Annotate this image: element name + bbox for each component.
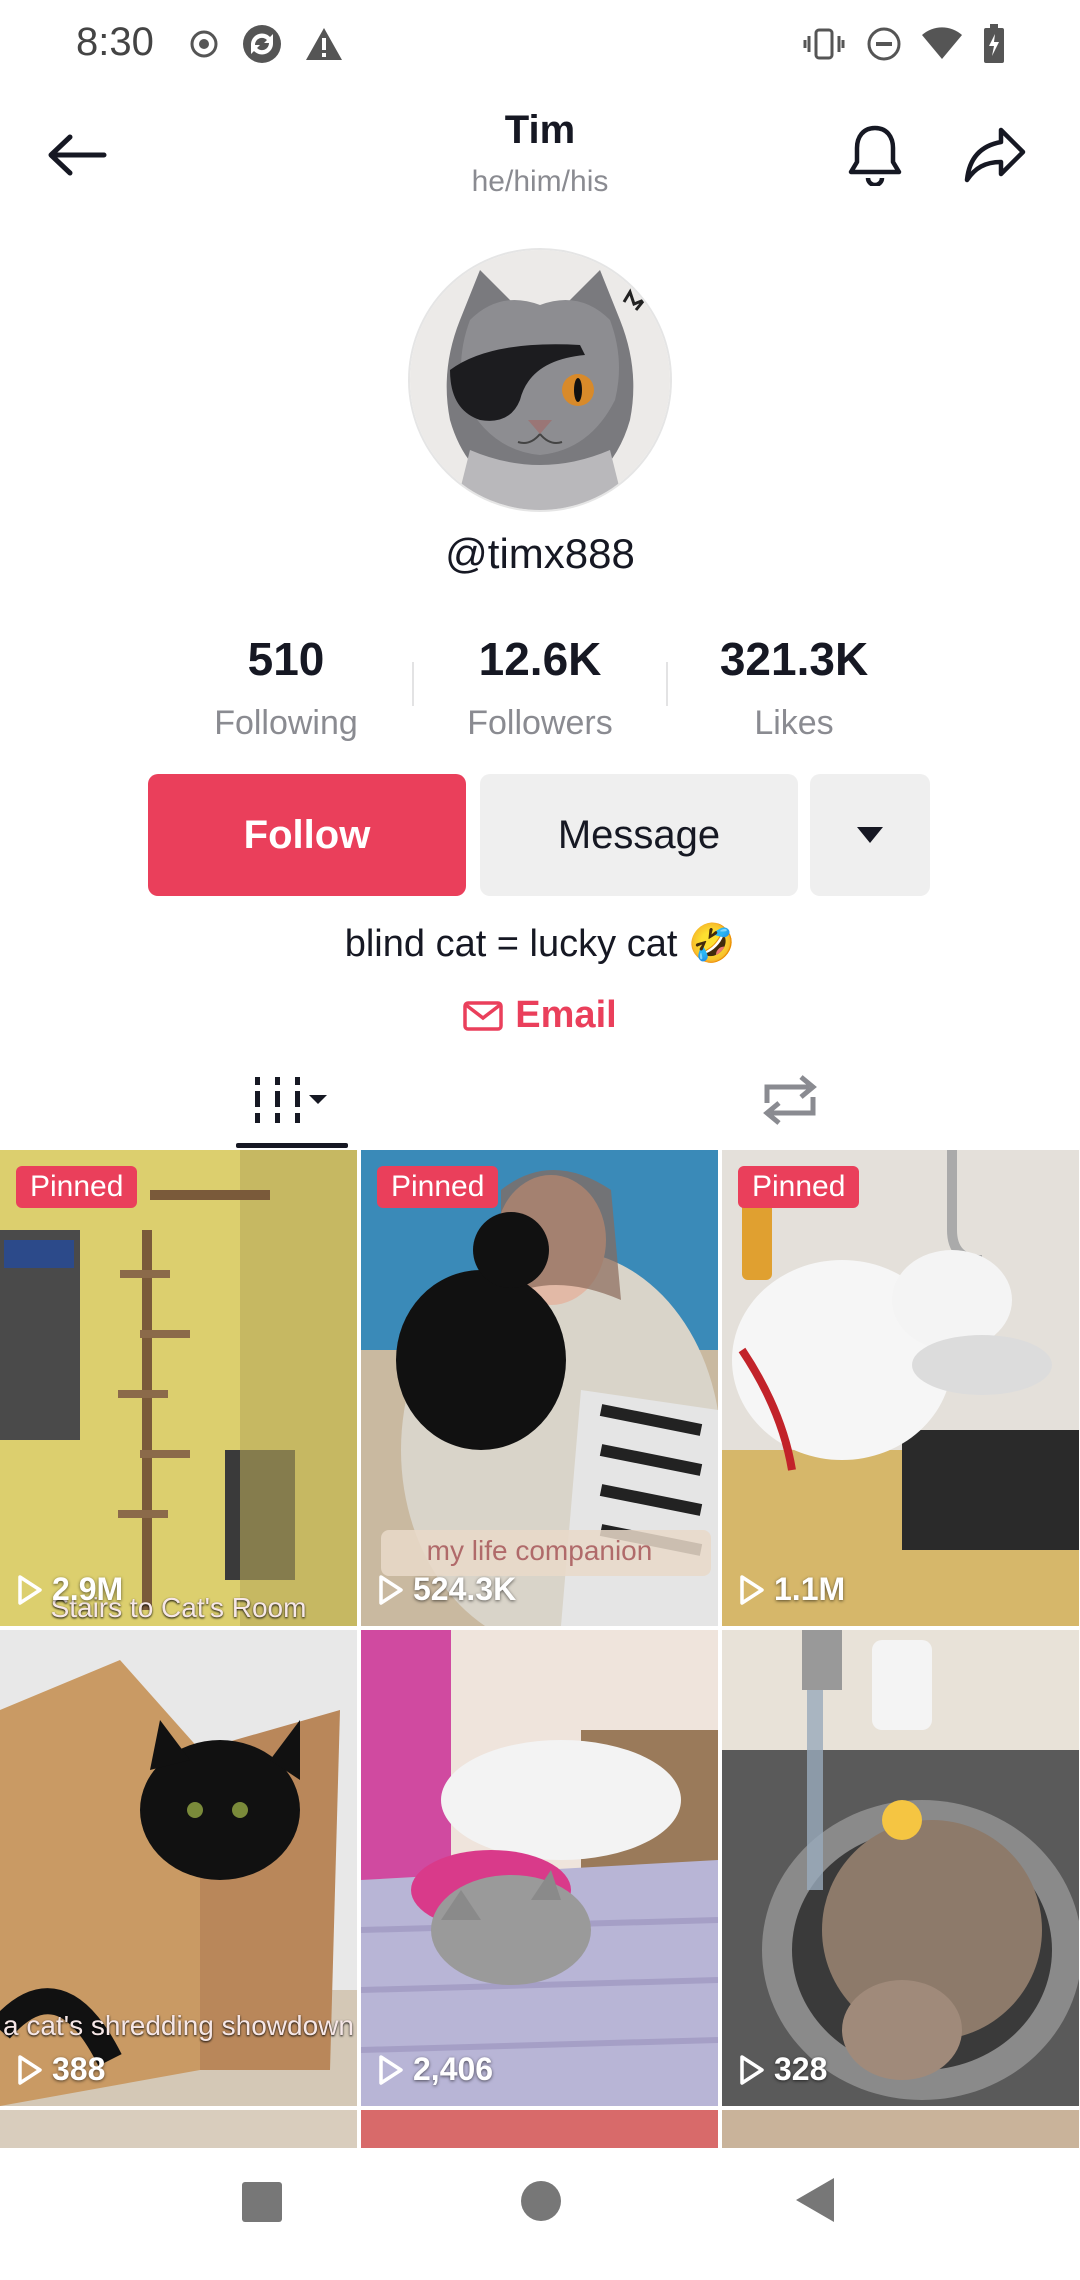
- stat-divider: [666, 662, 668, 706]
- following-count: 510: [247, 633, 325, 685]
- video-tile[interactable]: 2,406: [361, 1630, 718, 2106]
- stat-likes[interactable]: 321.3K Likes: [674, 632, 914, 743]
- message-button[interactable]: Message: [480, 774, 798, 896]
- play-icon: [740, 1574, 764, 1605]
- likes-count: 321.3K: [719, 633, 869, 685]
- videos-grid-icon: [255, 1077, 327, 1123]
- status-time: 8:30: [76, 20, 154, 64]
- square-icon: [242, 2182, 282, 2222]
- avatar[interactable]: [408, 248, 672, 512]
- cat-avatar-image: [410, 250, 670, 510]
- repost-icon: [763, 1075, 817, 1125]
- play-icon: [18, 1574, 42, 1605]
- email-label: Email: [515, 994, 617, 1036]
- view-count: 1.1M: [738, 1571, 845, 1608]
- view-count-value: 328: [774, 2051, 828, 2087]
- view-count: 524.3K: [377, 1571, 516, 1608]
- tab-videos[interactable]: [236, 1050, 348, 1150]
- following-label: Following: [214, 704, 358, 742]
- pinned-badge: Pinned: [738, 1166, 860, 1208]
- home-button[interactable]: [518, 2178, 564, 2229]
- video-tile[interactable]: Pinned Stairs to Cat's Room 2.9M: [0, 1150, 357, 1626]
- view-count: 2,406: [377, 2051, 493, 2088]
- play-icon: [18, 2054, 42, 2085]
- wifi-icon: [920, 22, 964, 66]
- follow-button[interactable]: Follow: [148, 774, 466, 896]
- recents-button[interactable]: [240, 2180, 284, 2229]
- play-icon: [379, 2054, 403, 2085]
- video-tile[interactable]: 328: [722, 1630, 1079, 2106]
- video-tile[interactable]: Pinned my life companion 524.3K: [361, 1150, 718, 1626]
- video-thumbnail: [722, 1630, 1079, 2106]
- share-button[interactable]: [950, 110, 1040, 200]
- view-count: 328: [738, 2051, 827, 2088]
- profile-bio: blind cat = lucky cat 🤣: [344, 923, 736, 965]
- video-tile[interactable]: Pinned 1.1M: [722, 1150, 1079, 1626]
- share-arrow-icon: [964, 127, 1026, 183]
- battery-icon: [972, 22, 1016, 66]
- play-icon: [379, 1574, 403, 1605]
- email-link[interactable]: Email: [0, 994, 1080, 1037]
- system-nav-bar: [0, 2148, 1080, 2280]
- stat-followers[interactable]: 12.6K Followers: [420, 632, 660, 743]
- dropdown-triangle-icon: [857, 827, 883, 843]
- do-not-disturb-icon: [862, 22, 906, 66]
- view-count-value: 2.9M: [52, 1571, 124, 1607]
- active-tab-indicator: [236, 1143, 348, 1148]
- followers-label: Followers: [467, 704, 613, 742]
- video-thumbnail: [722, 1150, 1079, 1626]
- view-count: 388: [16, 2051, 105, 2088]
- play-icon: [740, 2054, 764, 2085]
- video-tile[interactable]: a cat's shredding showdown 388: [0, 1630, 357, 2106]
- view-count-value: 524.3K: [413, 1571, 517, 1607]
- sync-app-icon: [240, 22, 284, 66]
- stat-following[interactable]: 510 Following: [166, 632, 406, 743]
- vibrate-icon: [802, 22, 846, 66]
- pinned-badge: Pinned: [377, 1166, 499, 1208]
- tab-reposts[interactable]: [740, 1050, 840, 1150]
- stat-divider: [412, 662, 414, 706]
- mail-icon: [463, 1000, 504, 1031]
- triangle-back-icon: [796, 2178, 834, 2222]
- warning-icon: [302, 22, 346, 66]
- likes-label: Likes: [754, 704, 834, 742]
- back-nav-button[interactable]: [794, 2176, 836, 2229]
- view-count: 2.9M: [16, 1571, 123, 1608]
- record-icon: [182, 22, 226, 66]
- followers-count: 12.6K: [478, 633, 602, 685]
- notification-bell-button[interactable]: [830, 110, 920, 200]
- pinned-badge: Pinned: [16, 1166, 138, 1208]
- view-count-value: 388: [52, 2051, 106, 2087]
- view-count-value: 1.1M: [774, 1571, 846, 1607]
- circle-icon: [521, 2181, 561, 2221]
- video-thumbnail: [361, 1630, 718, 2106]
- more-options-button[interactable]: [810, 774, 930, 896]
- view-count-value: 2,406: [413, 2051, 494, 2087]
- video-caption: a cat's shredding showdown: [3, 2010, 354, 2041]
- video-thumbnail: [0, 1150, 357, 1626]
- video-caption: my life companion: [426, 1535, 653, 1566]
- username: @timx888: [445, 530, 635, 577]
- bell-icon: [848, 125, 902, 186]
